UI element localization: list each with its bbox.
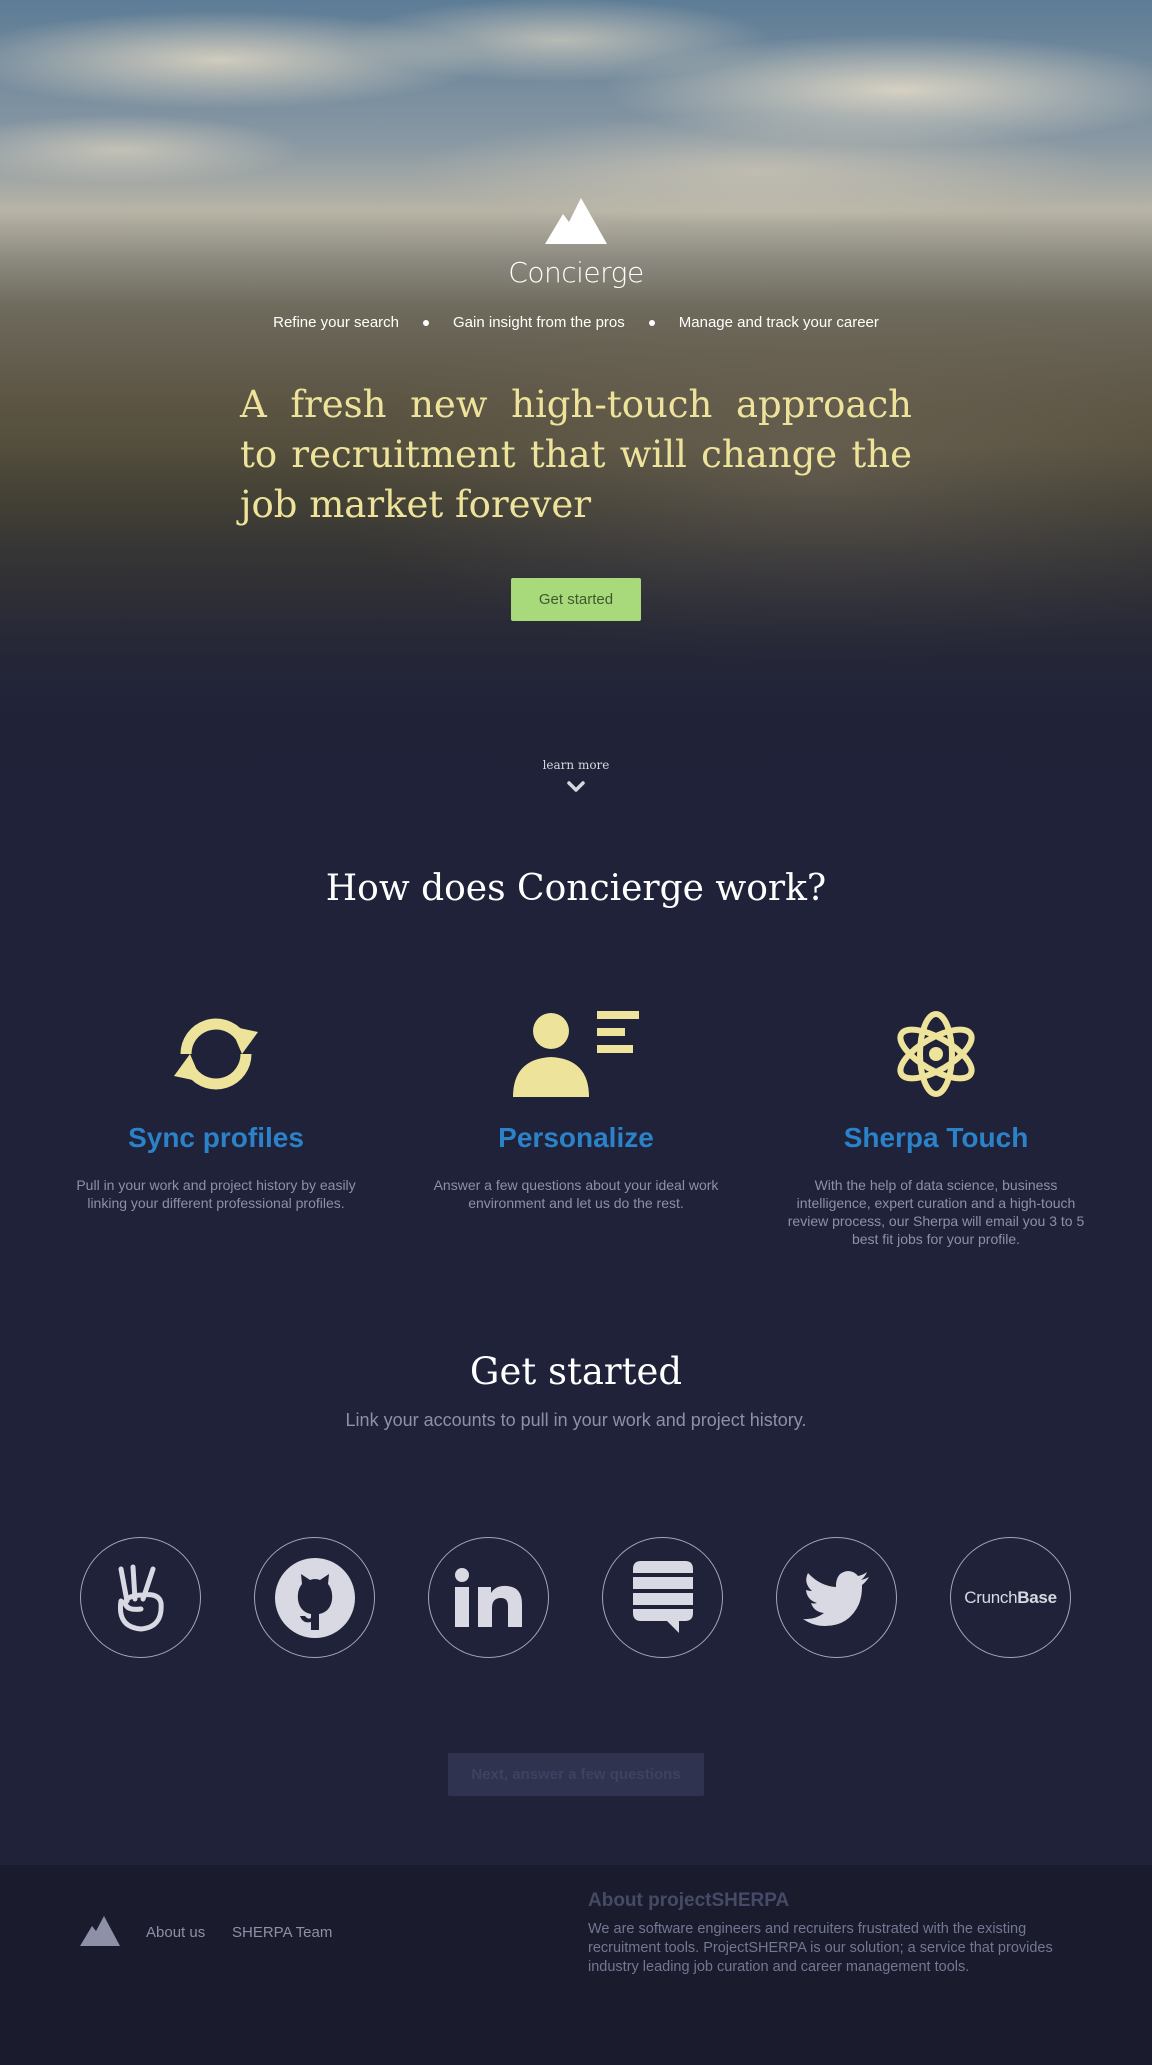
next-questions-button[interactable]: Next, answer a few questions: [448, 1753, 704, 1796]
hero-headline: A fresh new high-touch approach to recru…: [240, 383, 912, 526]
tagline-item: Manage and track your career: [678, 314, 879, 331]
tagline-bar: Refine your search Gain insight from the…: [0, 314, 1152, 331]
angellist-link-button[interactable]: [80, 1537, 201, 1658]
bullet-dot: [423, 319, 430, 326]
mountain-logo-icon[interactable]: [80, 1916, 120, 1946]
footer-about-text: We are software engineers and recruiters…: [588, 1921, 1053, 1975]
feature-description: Answer a few questions about your ideal …: [433, 1177, 719, 1211]
mountain-logo-icon: [545, 198, 607, 244]
footer-link-sherpa-team[interactable]: SHERPA Team: [232, 1924, 332, 1941]
chevron-down-icon[interactable]: [566, 780, 586, 794]
sync-arrows-icon: [66, 1008, 366, 1100]
learn-more-link[interactable]: learn more: [0, 758, 1152, 772]
linkedin-icon: [454, 1567, 522, 1627]
feature-sync-profiles: Sync profiles Pull in your work and proj…: [66, 1008, 366, 1212]
bullet-dot: [648, 319, 655, 326]
person-list-icon: [426, 1008, 726, 1100]
brand-logo[interactable]: [0, 198, 1152, 249]
feature-title: Personalize: [498, 1122, 654, 1153]
feature-description: With the help of data science, business …: [787, 1177, 1085, 1247]
angellist-icon: [117, 1564, 164, 1631]
github-icon: [274, 1557, 355, 1638]
twitter-icon: [802, 1570, 869, 1626]
crunchbase-link-button[interactable]: CrunchBase: [950, 1537, 1071, 1658]
get-started-subtitle: Link your accounts to pull in your work …: [345, 1410, 807, 1430]
tagline-item: Gain insight from the pros: [453, 314, 625, 331]
twitter-link-button[interactable]: [776, 1537, 897, 1658]
crunchbase-icon: CrunchBase: [964, 1587, 1057, 1607]
feature-title: Sherpa Touch: [843, 1122, 1029, 1153]
get-started-title: Get started: [469, 1350, 683, 1393]
section-title: How does Concierge work?: [325, 868, 827, 909]
atom-icon: [786, 1008, 1086, 1100]
footer-about-title: About projectSHERPA: [588, 1890, 790, 1911]
github-link-button[interactable]: [254, 1537, 375, 1658]
feature-description: Pull in your work and project history by…: [76, 1177, 356, 1211]
tagline-item: Refine your search: [273, 314, 400, 331]
get-started-button[interactable]: Get started: [511, 578, 641, 621]
linkedin-link-button[interactable]: [428, 1537, 549, 1658]
feature-personalize: Personalize Answer a few questions about…: [426, 1008, 726, 1212]
stackexchange-icon: [632, 1560, 693, 1633]
brand-name: Concierge: [508, 256, 644, 289]
feature-sherpa-touch: Sherpa Touch With the help of data scien…: [786, 1008, 1086, 1248]
stackexchange-link-button[interactable]: [602, 1537, 723, 1658]
footer-link-about-us[interactable]: About us: [146, 1924, 205, 1941]
feature-title: Sync profiles: [128, 1122, 304, 1153]
